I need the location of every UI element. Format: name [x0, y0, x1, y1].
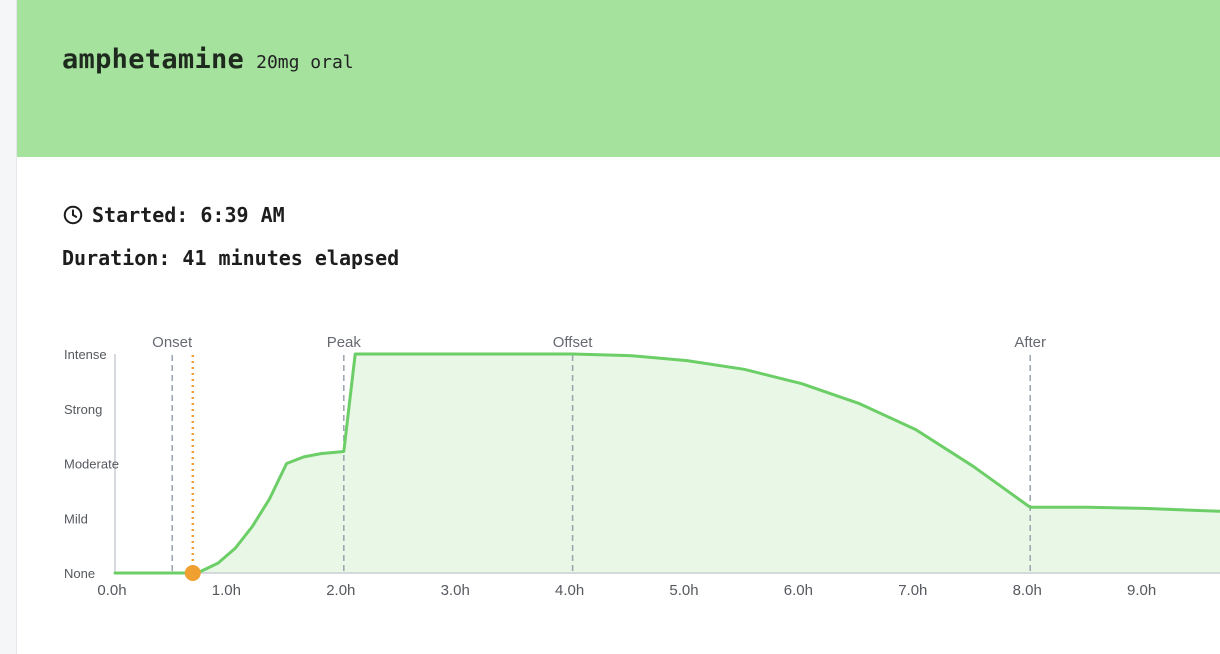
phase-label-peak: Peak: [327, 334, 362, 351]
x-tick-label: 8.0h: [1013, 582, 1042, 599]
x-tick-label: 7.0h: [898, 582, 927, 599]
phase-label-after: After: [1014, 334, 1046, 351]
x-tick-label: 5.0h: [669, 582, 698, 599]
y-tick-label: Moderate: [64, 457, 119, 472]
intensity-chart: Onset Peak Offset After None Mild Moderate Stro…: [64, 334, 1220, 599]
x-tick-label: 4.0h: [555, 582, 584, 599]
y-tick-label: Mild: [64, 511, 88, 526]
x-tick-label: 3.0h: [441, 582, 470, 599]
x-tick-label: 6.0h: [784, 582, 813, 599]
y-tick-label: Intense: [64, 347, 107, 362]
x-tick-label: 2.0h: [326, 582, 355, 599]
phase-label-onset: Onset: [152, 334, 193, 351]
y-tick-label: Strong: [64, 402, 102, 417]
x-tick-label: 1.0h: [212, 582, 241, 599]
x-tick-label: 9.0h: [1127, 582, 1156, 599]
y-tick-label: None: [64, 566, 95, 581]
intensity-area-fill: [115, 354, 1220, 573]
current-time-point: [184, 565, 201, 581]
phase-label-offset: Offset: [553, 334, 594, 351]
x-tick-label: 0.0h: [97, 582, 126, 599]
